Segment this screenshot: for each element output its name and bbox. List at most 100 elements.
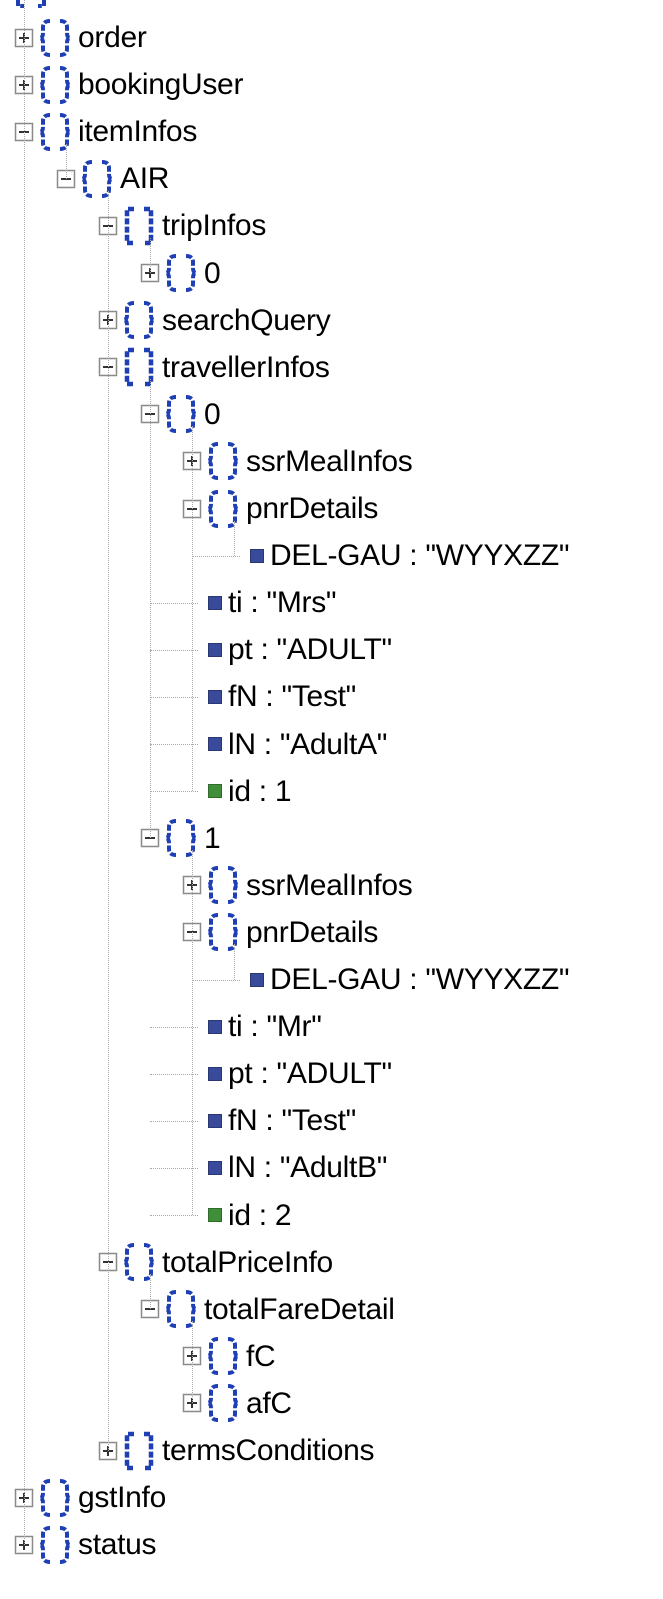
tree-guide-stub — [150, 791, 198, 793]
tree-node-label: searchQuery — [162, 303, 331, 337]
tree-node-0[interactable]: 0 — [140, 391, 221, 438]
tree-node-label: totalPriceInfo — [162, 1245, 333, 1279]
string-value-icon — [208, 737, 222, 751]
tree-node-termsconditions[interactable]: termsConditions — [98, 1427, 375, 1474]
tree-node-label: ssrMealInfos — [246, 444, 413, 478]
tree-guide-stub — [150, 1026, 198, 1028]
tree-node-searchquery[interactable]: searchQuery — [98, 297, 331, 344]
tree-leaf-id-2: id : 2 — [182, 1192, 292, 1239]
tree-node-totalfaredetail[interactable]: totalFareDetail — [140, 1286, 395, 1333]
tree-node-label: tripInfos — [162, 209, 267, 243]
tree-guide-stub — [150, 602, 198, 604]
tree-leaf-id-1: id : 1 — [182, 768, 292, 815]
tree-node-label: lN : "AdultA" — [228, 727, 388, 761]
object-brace-icon — [38, 18, 72, 58]
tree-guide-stub — [192, 555, 240, 557]
object-brace-icon — [38, 1525, 72, 1565]
tree-node-air[interactable]: AIR — [56, 155, 169, 202]
tree-node-label: ti : "Mr" — [228, 1010, 322, 1044]
tree-node-label: DEL-GAU : "WYYXZZ" — [270, 539, 570, 573]
tree-node-label: status — [78, 1528, 157, 1562]
tree-node-tripinfos[interactable]: tripInfos — [98, 202, 266, 249]
root-object-icon — [16, 0, 46, 10]
tree-node-status[interactable]: status — [14, 1521, 157, 1568]
tree-node-label: termsConditions — [162, 1434, 375, 1467]
tree-node-label: id : 1 — [228, 774, 292, 808]
object-brace-icon — [38, 65, 72, 105]
tree-node-ssrmealinfos[interactable]: ssrMealInfos — [182, 438, 413, 485]
tree-node-label: pt : "ADULT" — [228, 1057, 392, 1091]
tree-guide-line — [192, 426, 193, 792]
tree-node-totalpriceinfo[interactable]: totalPriceInfo — [98, 1239, 333, 1286]
string-value-icon — [208, 1019, 222, 1034]
tree-node-bookinguser[interactable]: bookingUser — [14, 61, 243, 108]
tree-guide-line — [150, 379, 151, 839]
tree-leaf-pt-adult: pt : "ADULT" — [182, 1050, 392, 1097]
string-value-icon — [250, 548, 264, 563]
object-brace-icon — [206, 865, 240, 905]
tree-node-afc[interactable]: afC — [182, 1380, 292, 1427]
tree-node-label: pt : "ADULT" — [228, 633, 392, 667]
tree-node-fc[interactable]: fC — [182, 1333, 276, 1380]
tree-guide-line — [234, 520, 235, 556]
tree-node-label: AIR — [120, 162, 170, 196]
tree-node-pnrdetails[interactable]: pnrDetails — [182, 485, 378, 532]
tree-node-label: totalFareDetail — [204, 1292, 395, 1326]
tree-guide-line — [192, 1321, 193, 1404]
tree-guide-stub — [150, 1167, 198, 1169]
string-value-icon — [250, 972, 264, 987]
string-value-icon — [208, 689, 222, 704]
tree-root-guide-line — [24, 0, 25, 1545]
object-brace-icon — [206, 441, 240, 481]
tree-guide-line — [234, 944, 235, 980]
tree-leaf-ti-mrs: ti : "Mrs" — [182, 579, 337, 626]
string-value-icon — [208, 595, 222, 610]
tree-guide-line — [66, 143, 67, 179]
tree-node-label: fC — [246, 1339, 276, 1373]
tree-leaf-ti-mr: ti : "Mr" — [182, 1003, 322, 1050]
tree-node-order[interactable]: order — [14, 14, 147, 61]
object-brace-icon — [164, 253, 198, 293]
tree-node-1[interactable]: 1 — [140, 815, 221, 862]
tree-node-label: fN : "Test" — [228, 680, 357, 714]
tree-node-label: 0 — [204, 397, 221, 431]
string-value-icon — [208, 1066, 222, 1081]
tree-node-label: 0 — [204, 256, 221, 290]
tree-node-label: travellerInfos — [162, 350, 330, 384]
tree-leaf-pt-adult: pt : "ADULT" — [182, 626, 392, 673]
tree-node-label: gstInfo — [78, 1481, 166, 1515]
object-brace-icon — [38, 1478, 72, 1518]
json-tree-view: order bookingUser itemInfos AIR tripInfos 0 se… — [0, 0, 663, 1599]
tree-node-label: afC — [246, 1386, 292, 1420]
tree-node-label: ssrMealInfos — [246, 868, 413, 902]
tree-node-ssrmealinfos[interactable]: ssrMealInfos — [182, 862, 413, 909]
tree-node-travellerinfos[interactable]: travellerInfos — [98, 344, 330, 391]
tree-node-iteminfos[interactable]: itemInfos — [14, 108, 197, 155]
tree-node-label: pnrDetails — [246, 915, 379, 949]
string-value-icon — [208, 642, 222, 657]
tree-node-label: itemInfos — [78, 115, 198, 149]
tree-node-gstinfo[interactable]: gstInfo — [14, 1474, 166, 1521]
tree-node-0[interactable]: 0 — [140, 250, 221, 297]
tree-node-label: bookingUser — [78, 68, 244, 102]
tree-guide-stub — [150, 1215, 198, 1217]
tree-node-label: ti : "Mrs" — [228, 586, 337, 620]
array-bracket-icon — [122, 1431, 156, 1471]
tree-guide-stub — [150, 744, 198, 746]
tree-guide-stub — [192, 979, 240, 981]
tree-node-label: pnrDetails — [246, 492, 379, 525]
object-brace-icon — [206, 1336, 240, 1376]
tree-guide-stub — [150, 1120, 198, 1122]
tree-node-label: 1 — [204, 821, 221, 855]
tree-node-pnrdetails[interactable]: pnrDetails — [182, 909, 378, 956]
tree-node-label: fN : "Test" — [228, 1104, 357, 1138]
string-value-icon — [208, 1160, 222, 1175]
tree-leaf-del-gau-wyyxzz: DEL-GAU : "WYYXZZ" — [224, 532, 570, 579]
tree-node-label: id : 2 — [228, 1198, 292, 1232]
tree-guide-line — [150, 1274, 151, 1310]
tree-node-label: order — [78, 21, 147, 54]
tree-leaf-fn-test: fN : "Test" — [182, 1097, 356, 1144]
tree-guide-line — [108, 190, 109, 1451]
tree-leaf-ln-adulta: lN : "AdultA" — [182, 721, 387, 768]
tree-guide-stub — [150, 696, 198, 698]
